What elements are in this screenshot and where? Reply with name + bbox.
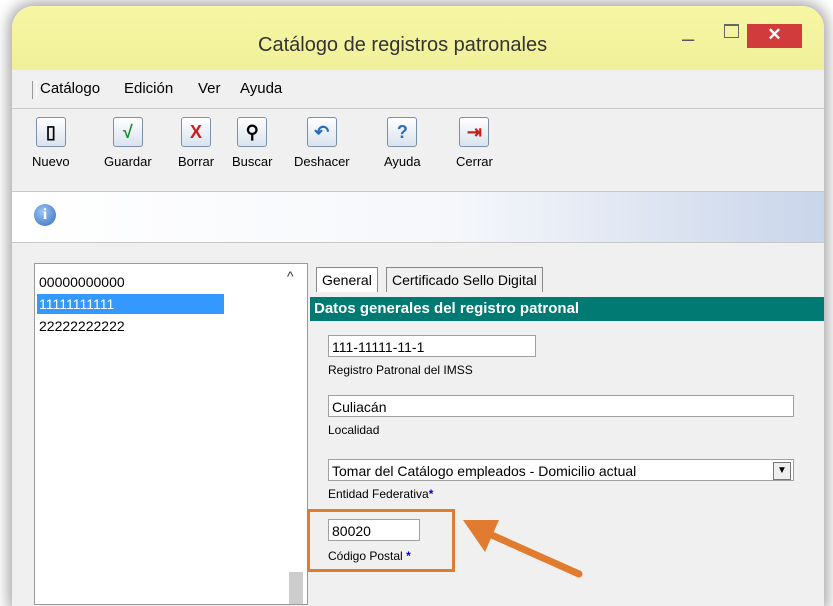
help-question-icon: ?	[387, 117, 418, 147]
search-label: Buscar	[232, 154, 273, 169]
scroll-up-arrow-icon[interactable]: ^	[287, 268, 294, 284]
annotation-arrow-icon	[463, 520, 583, 578]
new-document-icon: ▯	[35, 117, 66, 147]
window-title: Catálogo de registros patronales	[258, 34, 548, 56]
section-title: Datos generales del registro patronal	[310, 297, 824, 321]
list-item[interactable]: 00000000000	[37, 272, 224, 292]
menu-ver[interactable]: Ver	[198, 80, 221, 97]
minimize-button[interactable]: –	[682, 26, 694, 52]
scrollbar-thumb[interactable]	[289, 572, 303, 604]
entidad-federativa-select[interactable]: Tomar del Catálogo empleados - Domicilio…	[328, 459, 794, 481]
save-label: Guardar	[104, 154, 152, 169]
delete-button[interactable]: X Borrar	[178, 117, 214, 169]
maximize-button[interactable]	[724, 24, 739, 38]
close-button[interactable]: ✕	[747, 24, 802, 48]
checkmark-icon: √	[112, 117, 143, 147]
menu-ayuda[interactable]: Ayuda	[240, 80, 282, 97]
close-app-button[interactable]: ⇥ Cerrar	[456, 117, 493, 169]
close-app-label: Cerrar	[456, 154, 493, 169]
info-bar: i	[12, 192, 824, 243]
entidad-federativa-value: Tomar del Catálogo empleados - Domicilio…	[332, 463, 637, 479]
entidad-federativa-label: Entidad Federativa*	[328, 487, 433, 501]
record-list[interactable]: 00000000000 11111111111 22222222222 ^	[34, 263, 308, 605]
highlight-box	[307, 509, 455, 572]
new-button[interactable]: ▯ Nuevo	[32, 117, 70, 169]
undo-button[interactable]: ↶ Deshacer	[294, 117, 350, 169]
toolbar: ▯ Nuevo √ Guardar X Borrar ⚲ Buscar ↶ De…	[12, 109, 824, 192]
info-icon: i	[34, 204, 56, 226]
tab-general[interactable]: General	[316, 267, 378, 292]
localidad-label: Localidad	[328, 423, 380, 437]
title-bar[interactable]: Catálogo de registros patronales – ✕	[12, 6, 824, 70]
delete-label: Borrar	[178, 154, 215, 169]
menu-catalogo[interactable]: Catálogo	[40, 80, 100, 97]
help-button[interactable]: ? Ayuda	[384, 117, 421, 169]
tab-certificado[interactable]: Certificado Sello Digital	[386, 267, 543, 292]
menu-edicion[interactable]: Edición	[124, 80, 173, 97]
undo-label: Deshacer	[294, 154, 350, 169]
entidad-federativa-label-text: Entidad Federativa	[328, 487, 429, 501]
chevron-down-icon[interactable]: ▼	[773, 462, 791, 480]
undo-icon: ↶	[306, 117, 337, 147]
new-label: Nuevo	[32, 154, 70, 169]
list-item-selected[interactable]: 11111111111	[37, 294, 224, 314]
delete-x-icon: X	[181, 117, 212, 147]
help-label: Ayuda	[384, 154, 421, 169]
required-star: *	[428, 487, 434, 501]
save-button[interactable]: √ Guardar	[104, 117, 152, 169]
registro-patronal-label: Registro Patronal del IMSS	[328, 363, 473, 377]
search-button[interactable]: ⚲ Buscar	[232, 117, 272, 169]
list-item[interactable]: 22222222222	[37, 316, 224, 336]
registro-patronal-field[interactable]: 111-11111-11-1	[328, 335, 536, 357]
menu-bar: Catálogo Edición Ver Ayuda	[12, 70, 824, 109]
localidad-field[interactable]: Culiacán	[328, 395, 794, 417]
exit-door-icon: ⇥	[459, 117, 490, 147]
binoculars-icon: ⚲	[237, 117, 268, 147]
menu-grip	[32, 81, 37, 99]
